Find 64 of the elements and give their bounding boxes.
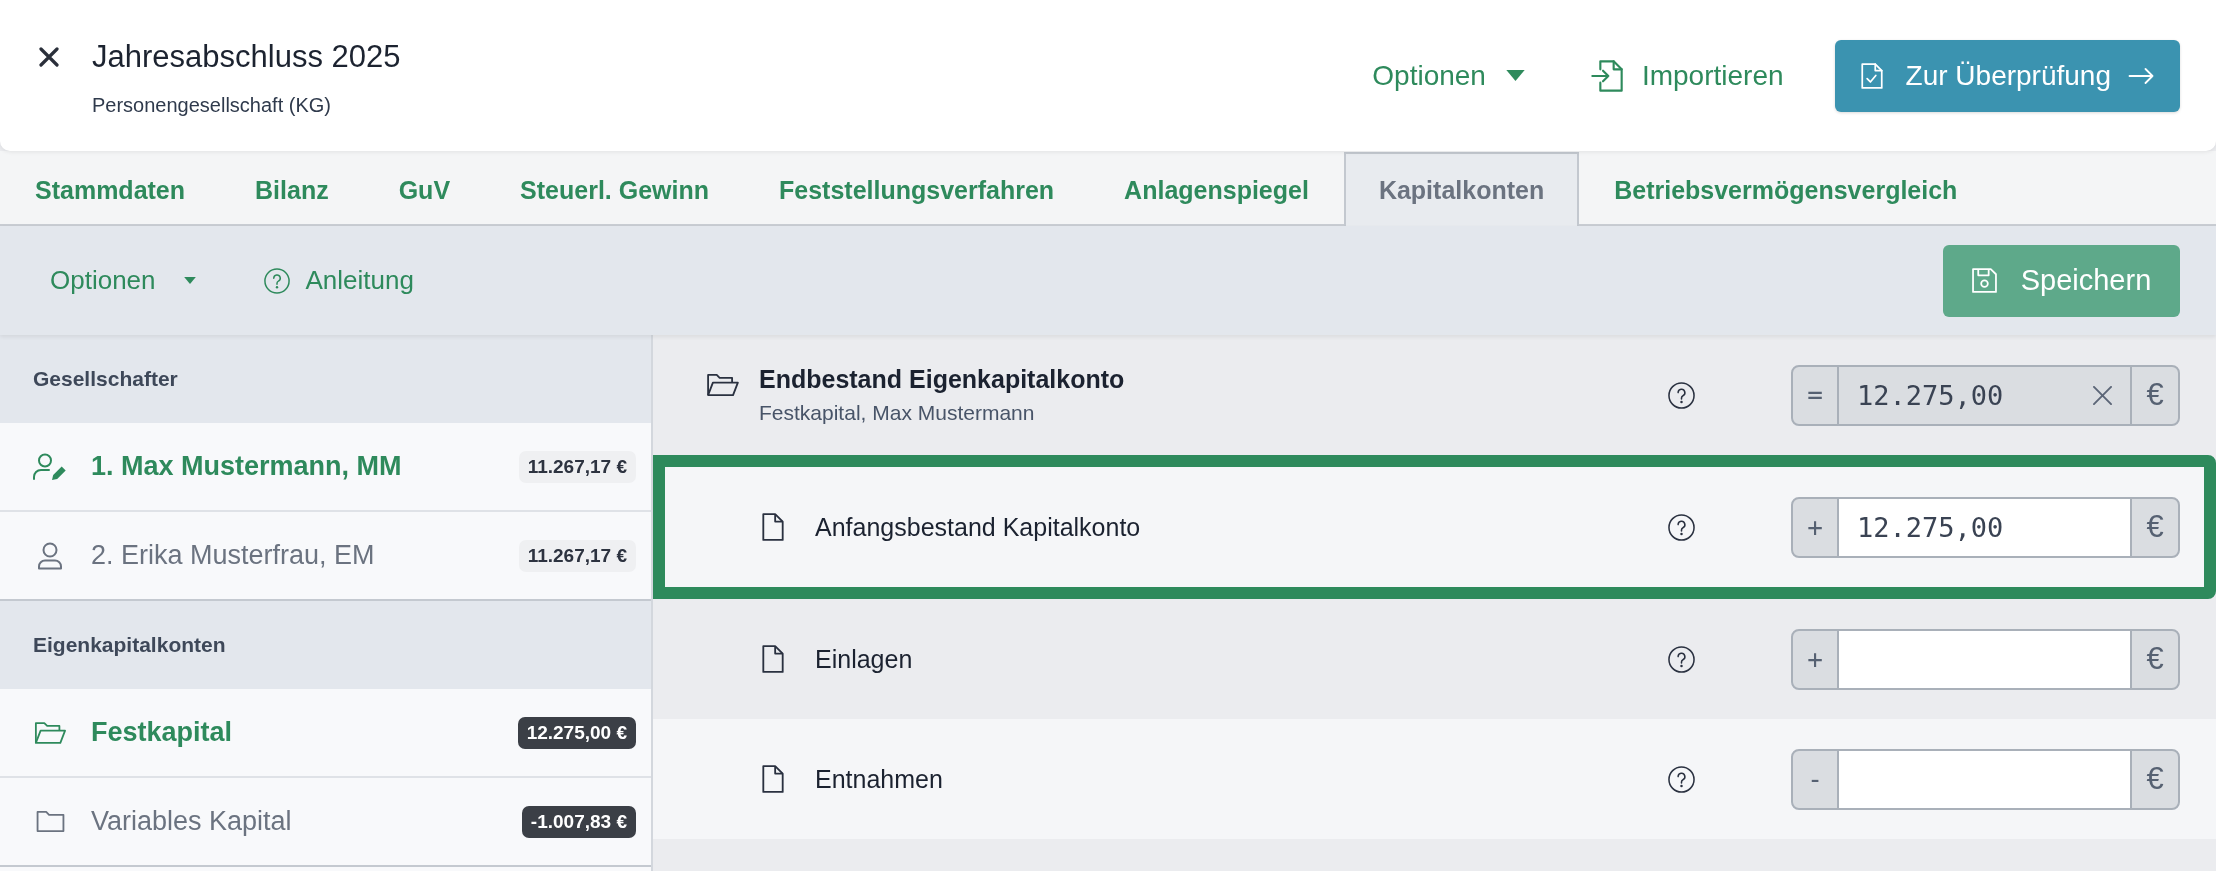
amount-input[interactable]	[1839, 748, 2130, 810]
tab[interactable]: Steuerl. Gewinn	[485, 152, 744, 226]
tab[interactable]: GuV	[363, 152, 486, 226]
tab[interactable]: Betriebsvermögensvergleich	[1579, 152, 1993, 226]
amount-input[interactable]: 12.275,00	[1839, 364, 2130, 426]
operator-addon: -	[1791, 748, 1839, 810]
amount-input[interactable]	[1839, 628, 2130, 690]
folder-icon	[35, 810, 65, 833]
account-subtitle: Festkapital, Max Mustermann	[759, 400, 1036, 426]
review-button[interactable]: Zur Überprüfung	[1834, 39, 2180, 112]
arrow-right-icon	[2128, 67, 2155, 84]
tab[interactable]: Bilanz	[220, 152, 364, 226]
guide-link[interactable]: Anleitung	[263, 265, 414, 296]
document-arrow-icon	[1590, 59, 1623, 92]
item-label: Variables Kapital	[91, 806, 292, 837]
help-icon[interactable]	[1668, 513, 1695, 541]
document-icon	[762, 765, 784, 793]
currency-addon: €	[2130, 748, 2180, 810]
help-icon[interactable]	[1668, 765, 1695, 793]
row-label: Einlagen	[815, 644, 914, 674]
sidebar-section-header: Eigenkapitalkonten	[0, 601, 651, 689]
document-icon	[762, 645, 784, 673]
amount-badge: 11.267,17 €	[518, 450, 636, 483]
open-folder-icon	[706, 373, 739, 397]
options-menu[interactable]: Optionen	[1372, 58, 1525, 93]
import-button[interactable]: Importieren	[1590, 58, 1784, 93]
caret-icon	[1505, 70, 1525, 81]
person-edit-icon	[33, 452, 67, 481]
help-icon[interactable]	[1668, 381, 1695, 409]
save-icon	[1971, 268, 1997, 293]
help-icon	[263, 267, 290, 294]
sidebar-section-header: Gesellschafter	[0, 335, 651, 423]
tab[interactable]: Kapitalkonten	[1343, 152, 1580, 226]
caret-icon	[183, 277, 196, 284]
person-icon	[37, 541, 63, 570]
save-button[interactable]: Speichern	[1943, 244, 2180, 317]
tab[interactable]: Stammdaten	[0, 152, 221, 226]
document-icon	[762, 513, 784, 541]
item-label: 2. Erika Musterfrau, EM	[91, 540, 375, 571]
close-icon[interactable]	[39, 47, 59, 67]
amount-badge: -1.007,83 €	[521, 805, 636, 838]
currency-addon: €	[2130, 364, 2180, 426]
operator-addon: +	[1791, 628, 1839, 690]
page-title: Jahresabschluss 2025	[92, 39, 401, 75]
page-subtitle: Personengesellschaft (KG)	[92, 93, 332, 118]
row-label: Anfangsbestand Kapitalkonto	[815, 512, 1142, 542]
options-menu[interactable]: Optionen	[50, 265, 196, 296]
currency-addon: €	[2130, 496, 2180, 558]
amount-input[interactable]: 12.275,00	[1839, 496, 2130, 558]
open-folder-icon	[34, 720, 66, 745]
amount-badge: 11.267,17 €	[518, 539, 636, 572]
operator-addon: =	[1791, 364, 1839, 426]
clear-icon[interactable]	[2093, 385, 2112, 405]
tab[interactable]: Feststellungsverfahren	[744, 152, 1090, 226]
help-icon[interactable]	[1668, 645, 1695, 673]
amount-badge: 12.275,00 €	[517, 716, 636, 749]
currency-addon: €	[2130, 628, 2180, 690]
item-label: 1. Max Mustermann, MM	[91, 451, 402, 482]
account-title: Endbestand Eigenkapitalkonto	[759, 364, 1126, 394]
row-label: Entnahmen	[815, 764, 944, 794]
operator-addon: +	[1791, 496, 1839, 558]
item-label: Festkapital	[91, 717, 233, 748]
document-check-icon	[1860, 62, 1883, 89]
tab[interactable]: Anlagenspiegel	[1089, 152, 1344, 226]
